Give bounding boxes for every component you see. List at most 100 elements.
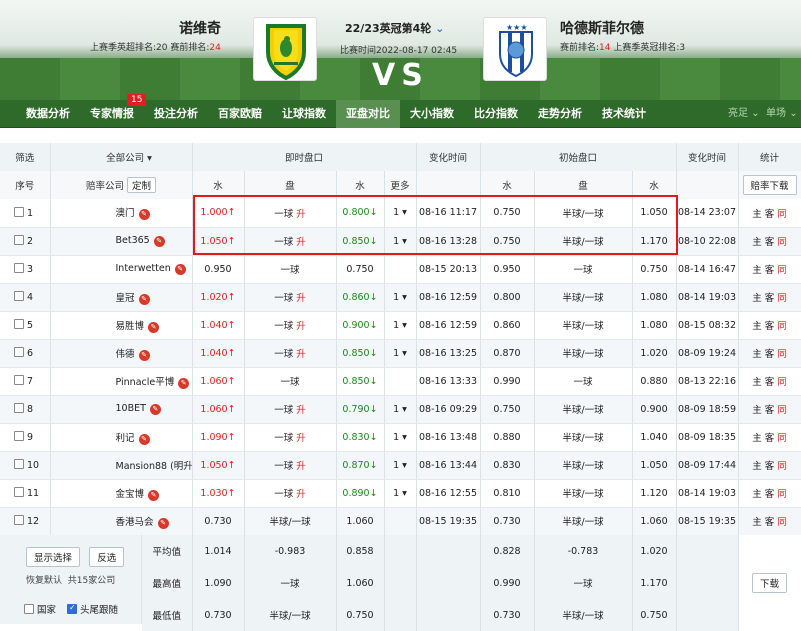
away-link[interactable]: 客 — [765, 293, 775, 304]
away-link[interactable]: 客 — [765, 321, 775, 332]
tab-betting-analysis[interactable]: 投注分析 — [144, 100, 208, 128]
company-info-icon[interactable]: ✎ — [149, 404, 161, 415]
row-checkbox[interactable] — [14, 263, 24, 273]
away-link[interactable]: 客 — [765, 433, 775, 444]
live-away-water[interactable]: 0.870↓ — [336, 451, 385, 480]
live-away-water[interactable]: 0.860↓ — [336, 283, 385, 312]
company-name[interactable]: Bet365 — [116, 235, 150, 246]
home-link[interactable]: 主 — [752, 349, 762, 360]
same-link[interactable]: 同 — [777, 265, 787, 276]
home-link[interactable]: 主 — [752, 461, 762, 472]
row-checkbox[interactable] — [14, 319, 24, 329]
home-link[interactable]: 主 — [752, 433, 762, 444]
home-link[interactable]: 主 — [752, 237, 762, 248]
more-header[interactable]: 更多 — [384, 171, 417, 199]
company-info-icon[interactable]: ✎ — [148, 489, 160, 501]
same-link[interactable]: 同 — [777, 321, 787, 332]
company-name[interactable]: 10BET — [116, 403, 146, 414]
row-checkbox[interactable] — [14, 291, 24, 301]
same-link[interactable]: 同 — [777, 377, 787, 388]
tab-trend-analysis[interactable]: 走势分析 — [528, 100, 592, 128]
dropdown-arrow-icon[interactable]: ▾ — [402, 320, 407, 331]
dropdown-arrow-icon[interactable]: ▾ — [402, 292, 407, 303]
dropdown-arrow-icon[interactable]: ▾ — [402, 460, 407, 471]
home-link[interactable]: 主 — [752, 489, 762, 500]
home-link[interactable]: 主 — [752, 265, 762, 276]
company-name[interactable]: Mansion88 (明升) — [116, 461, 192, 472]
company-name[interactable]: Pinnacle平博 — [116, 377, 175, 388]
row-checkbox[interactable] — [14, 487, 24, 497]
company-info-icon[interactable]: ✎ — [138, 433, 150, 445]
same-link[interactable]: 同 — [777, 489, 787, 500]
live-away-water[interactable]: 0.850↓ — [336, 227, 385, 256]
company-name[interactable]: 易胜博 — [116, 321, 145, 332]
company-info-icon[interactable]: ✎ — [138, 349, 150, 361]
same-link[interactable]: 同 — [777, 293, 787, 304]
row-checkbox[interactable] — [14, 347, 24, 357]
live-away-water[interactable]: 0.850↓ — [336, 367, 385, 396]
live-home-water[interactable]: 0.730 — [192, 507, 245, 536]
live-away-water[interactable]: 1.060 — [336, 507, 385, 536]
live-away-water[interactable]: 0.800↓ — [336, 199, 385, 228]
live-away-water[interactable]: 0.750 — [336, 255, 385, 284]
home-link[interactable]: 主 — [752, 405, 762, 416]
dropdown-arrow-icon[interactable]: ▾ — [402, 207, 407, 218]
company-name[interactable]: 伟德 — [116, 349, 135, 360]
restore-default-link[interactable]: 恢复默认 — [26, 576, 62, 586]
company-name[interactable]: 香港马会 — [116, 517, 154, 528]
country-checkbox[interactable] — [24, 604, 34, 614]
company-info-icon[interactable]: ✎ — [157, 517, 169, 529]
row-checkbox[interactable] — [14, 515, 24, 525]
company-info-icon[interactable]: ✎ — [148, 321, 160, 333]
home-link[interactable]: 主 — [752, 321, 762, 332]
home-team-name[interactable]: 诺维奇 — [170, 18, 230, 38]
dropdown-arrow-icon[interactable]: ▾ — [402, 236, 407, 247]
download-odds-button[interactable]: 赔率下载 — [742, 175, 797, 195]
custom-button[interactable]: 定制 — [127, 177, 157, 193]
same-link[interactable]: 同 — [777, 405, 787, 416]
tab-tech-stats[interactable]: 技术统计 — [592, 100, 656, 128]
away-link[interactable]: 客 — [765, 405, 775, 416]
dropdown-arrow-icon[interactable]: ▾ — [402, 432, 407, 443]
row-checkbox[interactable] — [14, 375, 24, 385]
away-link[interactable]: 客 — [765, 489, 775, 500]
live-home-water[interactable]: 1.060↑ — [192, 395, 245, 424]
live-home-water[interactable]: 1.020↑ — [192, 283, 245, 312]
company-info-icon[interactable]: ✎ — [138, 293, 150, 305]
same-link[interactable]: 同 — [777, 461, 787, 472]
chevron-down-icon[interactable]: ⌄ — [435, 22, 444, 35]
live-home-water[interactable]: 1.060↑ — [192, 367, 245, 396]
home-team-logo[interactable] — [253, 17, 317, 81]
live-away-water[interactable]: 0.830↓ — [336, 423, 385, 452]
company-select[interactable]: 全部公司 ▾ — [50, 143, 193, 171]
match-title[interactable]: 22/23英冠第4轮 ⌄ — [345, 20, 444, 36]
live-home-water[interactable]: 1.040↑ — [192, 311, 245, 340]
tab-euro-odds[interactable]: 百家欧赔 — [208, 100, 272, 128]
download-button[interactable]: 下载 — [751, 573, 787, 593]
same-link[interactable]: 同 — [777, 209, 787, 220]
live-away-water[interactable]: 0.890↓ — [336, 479, 385, 508]
live-away-water[interactable]: 0.790↓ — [336, 395, 385, 424]
live-away-water[interactable]: 0.850↓ — [336, 339, 385, 368]
row-checkbox[interactable] — [14, 431, 24, 441]
tab-data-analysis[interactable]: 数据分析 — [16, 100, 80, 128]
tail-follow-checkbox[interactable] — [67, 603, 78, 614]
away-link[interactable]: 客 — [765, 377, 775, 388]
same-link[interactable]: 同 — [777, 237, 787, 248]
nav-option-2[interactable]: 单场 ⌄ — [766, 100, 798, 128]
same-link[interactable]: 同 — [777, 433, 787, 444]
company-info-icon[interactable]: ✎ — [138, 209, 150, 221]
invert-selection-button[interactable]: 反选 — [89, 547, 125, 567]
tab-score-index[interactable]: 比分指数 — [464, 100, 528, 128]
tab-handicap-index[interactable]: 让球指数 — [272, 100, 336, 128]
live-home-water[interactable]: 1.030↑ — [192, 479, 245, 508]
tab-over-under[interactable]: 大小指数 — [400, 100, 464, 128]
company-info-icon[interactable]: ✎ — [153, 236, 165, 247]
away-link[interactable]: 客 — [765, 349, 775, 360]
live-home-water[interactable]: 1.050↑ — [192, 451, 245, 480]
company-info-icon[interactable]: ✎ — [174, 264, 186, 275]
company-name[interactable]: Interwetten — [116, 263, 171, 274]
nav-option-1[interactable]: 亮足 ⌄ — [728, 100, 760, 128]
away-link[interactable]: 客 — [765, 461, 775, 472]
home-link[interactable]: 主 — [752, 377, 762, 388]
